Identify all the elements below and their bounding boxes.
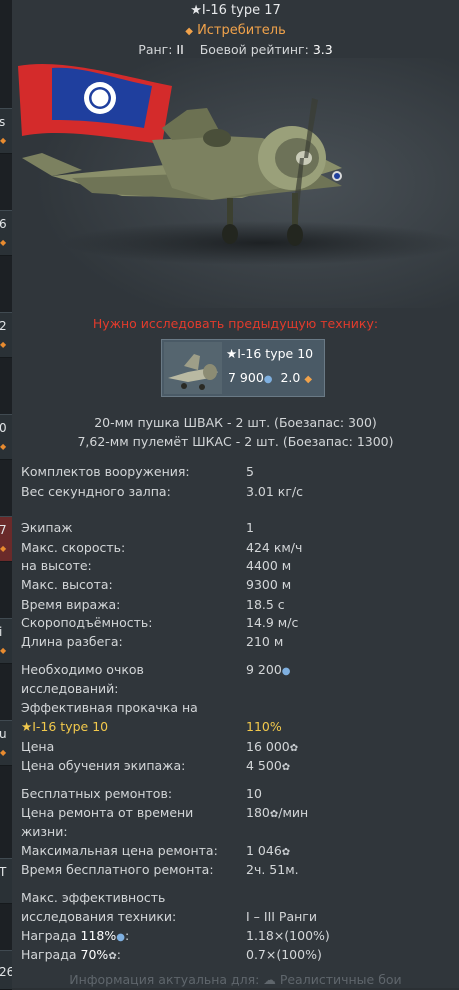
stat-label: Время виража: <box>21 597 121 612</box>
stat-label: Цена ремонта от времени <box>21 805 194 820</box>
stat-value: 2ч. 51м. <box>246 862 299 877</box>
stat-label: Бесплатных ремонтов: <box>21 786 173 801</box>
stat-value: 9300 м <box>246 577 292 592</box>
rank-diamond-icon: ◆ <box>0 748 7 757</box>
stat-value: 4400 м <box>246 558 292 573</box>
left-tab-3[interactable]: 2 ◆ <box>0 312 12 358</box>
rank-diamond-icon: ◆ <box>0 544 7 553</box>
vehicle-image <box>12 58 459 308</box>
stat-label: Награда 118%●: <box>21 928 130 943</box>
stat-value: 1 046✿ <box>246 843 291 858</box>
stat-label: Максимальная цена ремонта: <box>21 843 218 858</box>
stat-value: 0.7×(100%) <box>246 947 322 962</box>
silver-lions-icon: ✿ <box>269 809 279 820</box>
left-tab-7[interactable]: u ◆ <box>0 720 12 766</box>
left-tab-6[interactable]: i ◆ <box>0 618 12 664</box>
stat-label: Макс. эффективность <box>21 890 166 905</box>
rank-diamond-icon: ◆ <box>185 26 193 37</box>
stat-label: Скороподъёмность: <box>21 615 153 630</box>
stat-label: Экипаж <box>21 520 73 535</box>
left-tab-8[interactable]: T <box>0 858 12 904</box>
stat-label: на высоте: <box>21 558 92 573</box>
rank-diamond-icon: ◆ <box>0 136 7 145</box>
armament-line: 7,62-мм пулемёт ШКАС - 2 шт. (Боезапас: … <box>77 434 394 449</box>
silver-lions-icon: ✿ <box>281 847 291 858</box>
previous-vehicle-values: 7 900● 2.0 ◆ <box>228 370 313 385</box>
stat-value: 3.01 кг/с <box>246 484 304 499</box>
rank-diamond-icon: ◆ <box>0 646 7 655</box>
rank-diamond-icon: ◆ <box>304 374 313 385</box>
stat-label: Макс. высота: <box>21 577 113 592</box>
stat-value: 18.5 с <box>246 597 285 612</box>
left-tab-2[interactable]: 6 ◆ <box>0 210 12 256</box>
rank-diamond-icon: ◆ <box>0 442 7 451</box>
stat-value: 5 <box>246 464 254 479</box>
previous-vehicle-card[interactable]: ★I-16 type 10 7 900● 2.0 ◆ <box>161 339 325 397</box>
stat-value: 1.18×(100%) <box>246 928 330 943</box>
stat-value: 210 м <box>246 634 284 649</box>
research-points-icon: ● <box>116 932 125 943</box>
stat-label: исследований: <box>21 681 119 696</box>
stat-label: Награда 70%✿: <box>21 947 121 962</box>
rank-diamond-icon: ◆ <box>0 340 7 349</box>
silver-lions-icon: ✿ <box>281 762 291 773</box>
stat-value: 110% <box>246 719 282 734</box>
armament-line: 20-мм пушка ШВАК - 2 шт. (Боезапас: 300) <box>94 415 377 430</box>
research-points-icon: ● <box>263 374 273 385</box>
rank-diamond-icon: ◆ <box>0 238 7 247</box>
stat-label: Цена <box>21 739 55 754</box>
stat-label: Макс. скорость: <box>21 540 126 555</box>
stat-label: Длина разбега: <box>21 634 123 649</box>
left-tab-4[interactable]: 0 ◆ <box>0 414 12 460</box>
research-points-icon: ● <box>281 666 291 677</box>
stat-value: 9 200● <box>246 662 291 677</box>
stat-value: 10 <box>246 786 262 801</box>
stat-label: Цена обучения экипажа: <box>21 758 186 773</box>
left-tab-1[interactable]: s ◆ <box>0 108 12 154</box>
china-star-icon: ★ <box>21 719 33 734</box>
stat-value: 424 км/ч <box>246 540 303 555</box>
vehicle-title: ★I-16 type 17 <box>190 3 281 18</box>
previous-vehicle-name: ★I-16 type 10 <box>226 346 314 361</box>
research-warning: Нужно исследовать предыдущую технику: <box>92 316 379 331</box>
stat-value: 4 500✿ <box>246 758 291 773</box>
stat-label: Время бесплатного ремонта: <box>21 862 214 877</box>
stat-value: 14.9 м/с <box>246 615 299 630</box>
stat-label: ★I-16 type 10 <box>21 719 109 734</box>
china-star-icon: ★ <box>226 346 238 361</box>
stat-value: 16 000✿ <box>246 739 299 754</box>
previous-vehicle-thumbnail <box>164 342 222 394</box>
stat-value: 180✿/мин <box>246 805 309 820</box>
left-tab-9[interactable]: 26 <box>0 950 14 990</box>
silver-lions-icon: ✿ <box>289 743 299 754</box>
stat-label: Вес секундного залпа: <box>21 484 171 499</box>
stat-label: жизни: <box>21 824 68 839</box>
left-tab-5[interactable]: 7 ◆ <box>0 516 12 562</box>
stat-label: Комплектов вооружения: <box>21 464 190 479</box>
rank-line: Ранг: II Боевой рейтинг: 3.3 <box>138 42 333 57</box>
silver-lions-icon: ✿ <box>108 951 117 962</box>
china-star-icon: ★ <box>190 3 202 18</box>
stat-label: исследования техники: <box>21 909 177 924</box>
stat-value: 1 <box>246 520 254 535</box>
footer-info: Информация актуальна для: ☁ Реалистичные… <box>69 972 402 987</box>
stat-label: Необходимо очков <box>21 662 144 677</box>
stat-value: I – III Ранги <box>246 909 317 924</box>
stat-label: Эффективная прокачка на <box>21 700 198 715</box>
vehicle-class: ◆ Истребитель <box>185 23 286 38</box>
